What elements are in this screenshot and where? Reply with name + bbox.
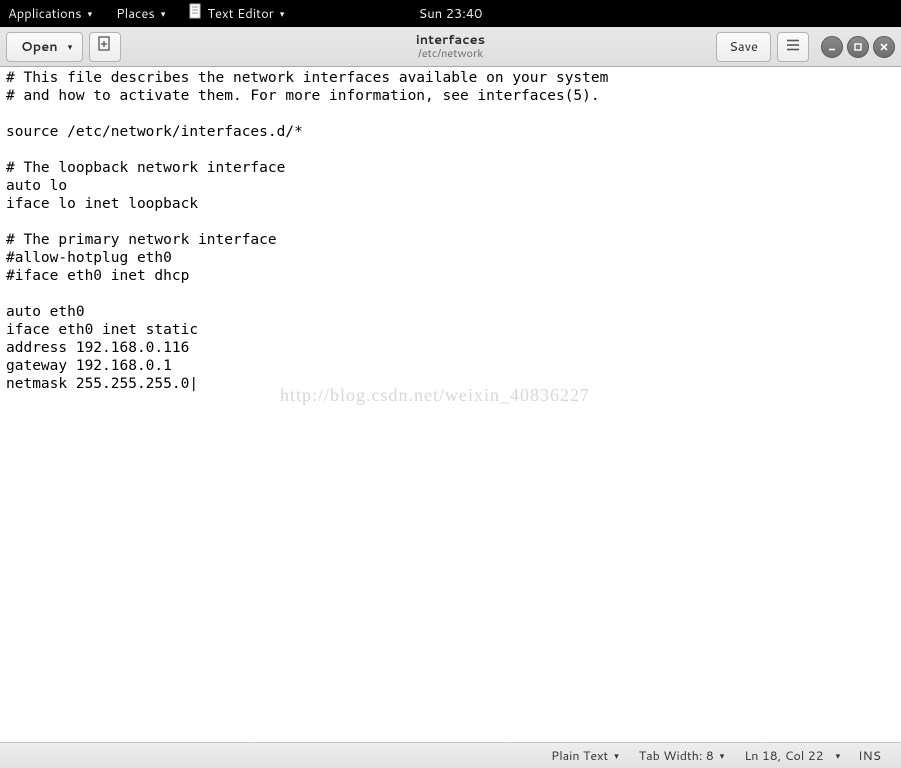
topbar-left: Applications ▾ Places ▾ Text Editor ▾ (8, 3, 284, 24)
syntax-selector[interactable]: Plain Text ▾ (541, 747, 629, 765)
chevron-down-icon: ▾ (614, 749, 619, 762)
editor-content: # This file describes the network interf… (6, 70, 608, 392)
header-bar: Open ▾ interfaces /etc/network Save (0, 27, 901, 67)
tab-width-label: Tab Width: 8 (639, 747, 714, 765)
minimize-button[interactable] (821, 36, 843, 58)
text-editor-icon (189, 3, 203, 24)
watermark-text: http://blog.csdn.net/weixin_40836227 (280, 386, 590, 404)
places-label: Places (116, 5, 155, 23)
gnome-top-bar: Applications ▾ Places ▾ Text Editor ▾ Su… (0, 0, 901, 27)
open-label: Open (21, 38, 58, 56)
places-menu[interactable]: Places ▾ (116, 5, 165, 23)
new-document-icon (97, 36, 113, 57)
clock[interactable]: Sun 23:40 (419, 5, 483, 23)
syntax-label: Plain Text (551, 747, 608, 765)
title-block: interfaces /etc/network (416, 34, 485, 59)
hamburger-menu-button[interactable] (777, 32, 809, 62)
maximize-button[interactable] (847, 36, 869, 58)
new-document-button[interactable] (89, 32, 121, 62)
cursor: | (189, 376, 198, 392)
cursor-position-label: Ln 18, Col 22 (744, 747, 823, 765)
clock-label: Sun 23:40 (419, 5, 483, 23)
status-bar: Plain Text ▾ Tab Width: 8 ▾ Ln 18, Col 2… (0, 742, 901, 768)
app-menu[interactable]: Text Editor ▾ (189, 3, 284, 24)
chevron-down-icon: ▾ (88, 7, 93, 20)
save-label: Save (729, 38, 758, 56)
save-button[interactable]: Save (716, 32, 771, 62)
applications-menu[interactable]: Applications ▾ (8, 5, 92, 23)
chevron-down-icon: ▾ (720, 749, 725, 762)
chevron-down-icon: ▾ (161, 7, 166, 20)
insert-mode[interactable]: INS (840, 747, 891, 765)
open-button[interactable]: Open ▾ (6, 32, 83, 62)
chevron-down-icon: ▾ (280, 7, 285, 20)
tab-width-selector[interactable]: Tab Width: 8 ▾ (629, 747, 735, 765)
header-left: Open ▾ (6, 32, 121, 62)
text-editor-area[interactable]: # This file describes the network interf… (0, 67, 901, 742)
cursor-position[interactable]: Ln 18, Col 22 (734, 747, 833, 765)
chevron-down-icon: ▾ (68, 40, 73, 53)
header-right: Save (716, 32, 895, 62)
app-menu-label: Text Editor (207, 5, 274, 23)
close-button[interactable] (873, 36, 895, 58)
applications-label: Applications (8, 5, 82, 23)
window-controls (821, 36, 895, 58)
document-path: /etc/network (416, 48, 485, 60)
insert-mode-label: INS (858, 747, 881, 765)
hamburger-icon (786, 38, 800, 56)
